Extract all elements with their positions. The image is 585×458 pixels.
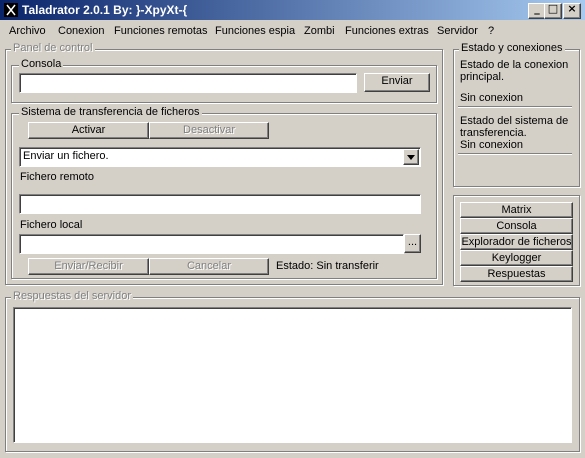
- menu-funciones-espia[interactable]: Funciones espia: [215, 25, 295, 37]
- keylogger-button[interactable]: Keylogger: [460, 250, 573, 266]
- close-button[interactable]: ×: [563, 2, 581, 19]
- divider: [458, 106, 572, 108]
- server-responses-legend: Respuestas del servidor: [11, 290, 134, 302]
- transfer-status: Estado: Sin transferir: [276, 260, 379, 272]
- send-button[interactable]: Enviar: [364, 73, 430, 92]
- maximize-button[interactable]: □: [544, 2, 562, 19]
- menu-conexion[interactable]: Conexion: [58, 25, 104, 37]
- transfer-legend: Sistema de transferencia de ficheros: [19, 106, 202, 118]
- close-icon: ×: [567, 2, 577, 15]
- matrix-button[interactable]: Matrix: [460, 202, 573, 218]
- server-responses-textarea[interactable]: [13, 307, 572, 443]
- remote-file-label: Fichero remoto: [20, 171, 94, 183]
- send-receive-button[interactable]: Enviar/Recibir: [28, 258, 149, 275]
- console-input[interactable]: [19, 73, 357, 93]
- window-title: Taladrator 2.0.1 By: }-XpyXt-{: [22, 3, 188, 17]
- local-file-input[interactable]: [19, 234, 404, 254]
- menu-zombi[interactable]: Zombi: [304, 25, 335, 37]
- app-icon: [4, 3, 18, 17]
- divider: [458, 153, 572, 155]
- maximize-icon: □: [547, 2, 559, 15]
- menu-funciones-remotas[interactable]: Funciones remotas: [114, 25, 208, 37]
- browse-button[interactable]: ...: [404, 234, 421, 253]
- menu-funciones-extras[interactable]: Funciones extras: [345, 25, 429, 37]
- responses-button[interactable]: Respuestas: [460, 266, 573, 282]
- transfer-mode-value: Enviar un fichero.: [23, 150, 109, 162]
- menu-bar: Archivo Conexion Funciones remotas Funci…: [0, 21, 585, 41]
- menu-servidor[interactable]: Servidor: [437, 25, 478, 37]
- cancel-button[interactable]: Cancelar: [149, 258, 269, 275]
- local-file-label: Fichero local: [20, 219, 83, 231]
- main-connection-label: Estado de la conexion principal.: [460, 59, 569, 83]
- transfer-connection-label: Estado del sistema de transferencia.: [460, 115, 569, 139]
- file-explorer-button[interactable]: Explorador de ficheros: [460, 234, 573, 250]
- transfer-connection-status: Sin conexion: [460, 139, 523, 151]
- main-connection-status: Sin conexion: [460, 92, 523, 104]
- minimize-icon: _: [534, 2, 540, 15]
- remote-file-input[interactable]: [19, 194, 421, 214]
- console-legend: Consola: [19, 58, 64, 70]
- status-legend: Estado y conexiones: [459, 42, 565, 54]
- deactivate-button[interactable]: Desactivar: [149, 122, 269, 139]
- menu-help[interactable]: ?: [488, 25, 494, 37]
- menu-archivo[interactable]: Archivo: [9, 25, 46, 37]
- console-button[interactable]: Consola: [460, 218, 573, 234]
- activate-button[interactable]: Activar: [28, 122, 149, 139]
- dropdown-button[interactable]: [403, 149, 419, 165]
- control-panel-legend: Panel de control: [11, 42, 95, 54]
- chevron-down-icon: [407, 155, 415, 160]
- transfer-mode-select[interactable]: Enviar un fichero.: [19, 147, 421, 167]
- title-bar[interactable]: Taladrator 2.0.1 By: }-XpyXt-{ _ □ ×: [0, 0, 585, 20]
